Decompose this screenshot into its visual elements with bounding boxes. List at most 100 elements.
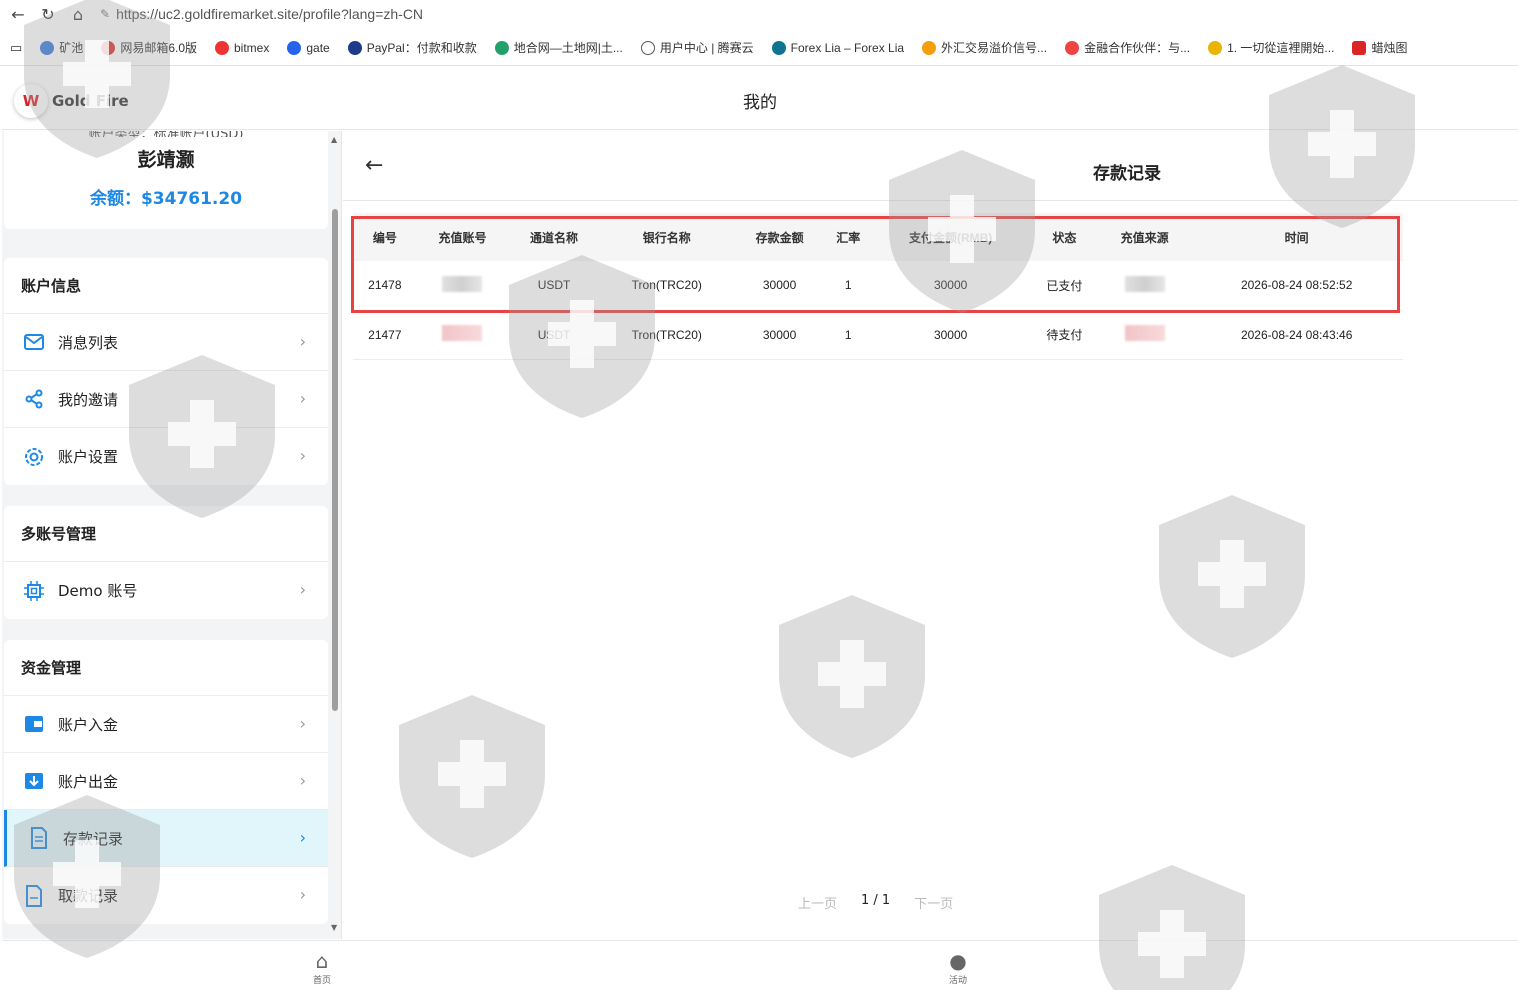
- sidebar-item-withdraw-records[interactable]: 取款记录 ›: [4, 867, 328, 924]
- tab-label: 首页: [312, 976, 331, 986]
- back-nav-icon[interactable]: ←: [6, 2, 30, 26]
- sidebar-item-label: 账户出金: [58, 772, 119, 791]
- next-page-button[interactable]: 下一页: [914, 893, 953, 912]
- cell-bank: Tron(TRC20): [599, 261, 734, 311]
- tab-home[interactable]: ⌂ 首页: [292, 949, 352, 986]
- sidebar-item-deposit[interactable]: 账户入金 ›: [4, 696, 328, 753]
- home-nav-icon[interactable]: ⌂: [66, 2, 90, 26]
- column-header: 通道名称: [530, 230, 579, 245]
- document-icon: [27, 826, 51, 850]
- balance: 余额：$34761.20: [89, 189, 243, 209]
- bookmark-icon: [771, 40, 786, 55]
- scroll-thumb[interactable]: [332, 209, 338, 711]
- chevron-right-icon: ›: [299, 828, 306, 847]
- cell-channel: USDT: [508, 310, 600, 360]
- bookmark-item[interactable]: gate: [287, 40, 330, 55]
- sidebar-item-label: 我的邀请: [58, 390, 119, 409]
- bookmark-item[interactable]: 网易邮箱6.0版: [101, 39, 197, 56]
- bookmark-item[interactable]: 蜡烛图: [1352, 39, 1407, 56]
- column-header: 支付金额(RMB): [908, 230, 993, 245]
- sidebar-item-label: 账户入金: [58, 715, 119, 734]
- bookmark-item[interactable]: bitmex: [215, 40, 269, 55]
- cell-amount: 30000: [733, 261, 826, 311]
- redacted-block: [1124, 275, 1165, 292]
- app-header: W Gold Fire 我的: [2, 66, 1518, 130]
- sidebar-scrollbar[interactable]: ▲ ▼: [329, 131, 341, 939]
- cell-rate: 1: [825, 310, 872, 360]
- chevron-right-icon: ›: [299, 389, 306, 408]
- column-header: 充值账号: [438, 230, 487, 245]
- globe-icon: ●: [949, 949, 967, 973]
- sidebar-item-withdraw[interactable]: 账户出金 ›: [4, 753, 328, 810]
- sidebar-item-demo-account[interactable]: Demo 账号 ›: [4, 562, 328, 619]
- bookmark-item[interactable]: 用户中心 | 腾赛云: [640, 39, 754, 56]
- sidebar-item-invites[interactable]: 我的邀请 ›: [4, 371, 328, 428]
- cell-id: 21478: [353, 261, 417, 311]
- account-type: 账户类型：标准账户(USD): [4, 131, 328, 137]
- sidebar-item-settings[interactable]: 账户设置 ›: [4, 428, 328, 485]
- bookmark-item[interactable]: Forex Lia – Forex Lia: [771, 40, 904, 55]
- chevron-right-icon: ›: [299, 332, 306, 351]
- bookmark-item[interactable]: 矿池: [40, 39, 83, 56]
- bookmark-icon: [922, 40, 937, 55]
- main-content: ← 存款记录 编号 充值账号 通道名称 银行名称 存款金额 汇率 支付金额(RM…: [343, 131, 1518, 939]
- group-multi-account: 多账号管理 Demo 账号 ›: [4, 506, 328, 619]
- sidebar-item-label: 存款记录: [63, 829, 124, 848]
- chevron-right-icon: ›: [299, 714, 306, 733]
- reload-icon[interactable]: ↻: [36, 2, 60, 26]
- globe-icon: [640, 40, 655, 55]
- withdraw-icon: [22, 769, 46, 793]
- document-icon: [22, 884, 46, 908]
- back-arrow-icon[interactable]: ←: [365, 153, 383, 178]
- browser-address-bar: ← ↻ ⌂ ✎ https://uc2.goldfiremarket.site/…: [0, 0, 1518, 28]
- cell-time: 2026-08-24 08:52:52: [1190, 261, 1403, 311]
- bookmark-icon: [40, 40, 55, 55]
- cell-status: 待支付: [1030, 310, 1099, 360]
- column-header: 银行名称: [642, 230, 691, 245]
- deposit-records-table: 编号 充值账号 通道名称 银行名称 存款金额 汇率 支付金额(RMB) 状态 充…: [353, 213, 1405, 360]
- page-info-icon[interactable]: ✎: [100, 7, 110, 21]
- cell-source-redacted: [1098, 310, 1191, 360]
- share-icon: [22, 387, 46, 411]
- scroll-down-icon[interactable]: ▼: [331, 923, 337, 932]
- column-header: 充值来源: [1120, 230, 1169, 245]
- page-indicator: 1 / 1: [861, 893, 891, 908]
- column-header: 时间: [1284, 230, 1309, 245]
- reading-list-icon[interactable]: ▭: [10, 40, 22, 56]
- chevron-right-icon: ›: [299, 446, 306, 465]
- column-header: 汇率: [836, 230, 861, 245]
- bookmark-icon: [1065, 40, 1080, 55]
- cell-account-redacted: [416, 310, 509, 360]
- bookmark-item[interactable]: 1. 一切從這裡開始...: [1208, 39, 1334, 56]
- cell-time: 2026-08-24 08:43:46: [1190, 310, 1403, 360]
- sidebar-item-label: 账户设置: [58, 448, 119, 466]
- user-name: 彭靖灏: [137, 149, 195, 171]
- bookmark-item[interactable]: 地合网—土地网|土...: [494, 39, 623, 56]
- table-row: 21477 USDT Tron(TRC20) 30000 1 30000 待支付…: [353, 310, 1403, 360]
- bookmark-icon: [494, 40, 509, 55]
- bookmark-item[interactable]: 金融合作伙伴：与...: [1065, 39, 1190, 56]
- wallet-icon: [22, 712, 46, 736]
- home-icon: ⌂: [315, 949, 329, 973]
- tab-activity[interactable]: ● 活动: [928, 949, 988, 986]
- bookmark-item[interactable]: 外汇交易溢价信号...: [922, 39, 1047, 56]
- sidebar-item-messages[interactable]: 消息列表 ›: [4, 314, 328, 371]
- cell-rate: 1: [825, 261, 872, 311]
- column-header: 状态: [1052, 230, 1077, 245]
- sidebar-item-deposit-records[interactable]: 存款记录 ›: [4, 810, 328, 867]
- chevron-right-icon: ›: [299, 771, 306, 790]
- sub-header: ← 存款记录: [343, 131, 1518, 201]
- redacted-block: [1124, 325, 1165, 341]
- chip-icon: [22, 579, 46, 603]
- cell-channel: USDT: [508, 261, 600, 311]
- sidebar-item-label: Demo 账号: [58, 582, 138, 600]
- scroll-up-icon[interactable]: ▲: [331, 135, 337, 144]
- youtube-icon: [1352, 40, 1367, 55]
- prev-page-button[interactable]: 上一页: [798, 893, 837, 912]
- bookmark-item[interactable]: PayPal：付款和收款: [347, 39, 477, 56]
- chevron-right-icon: ›: [299, 885, 306, 904]
- bookmark-icon: [1208, 40, 1223, 55]
- column-header: 编号: [372, 230, 397, 245]
- url-field[interactable]: ✎ https://uc2.goldfiremarket.site/profil…: [100, 6, 423, 22]
- sidebar: 账户类型：标准账户(USD) 彭靖灏 余额：$34761.20 账户信息 消息列…: [2, 131, 342, 939]
